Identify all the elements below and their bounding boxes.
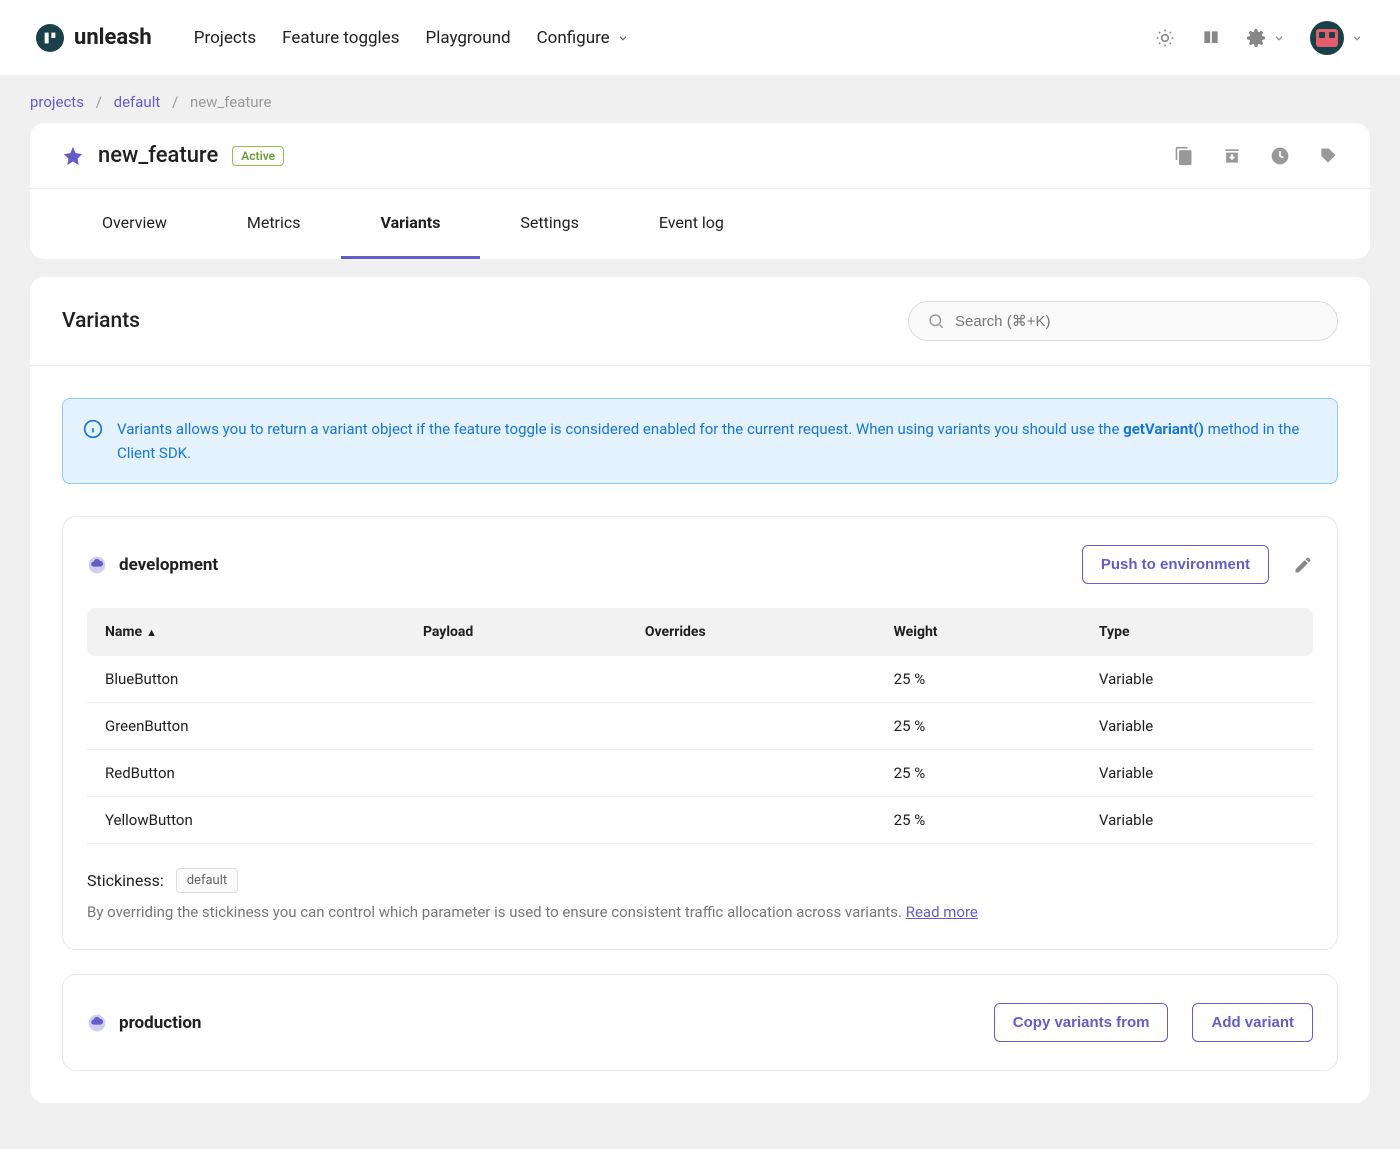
feature-actions: [1174, 146, 1338, 166]
theme-toggle-icon[interactable]: [1154, 27, 1176, 49]
feature-card: new_feature Active Overview Metrics Vari…: [30, 123, 1370, 259]
chevron-down-icon: [1272, 31, 1286, 45]
tab-metrics[interactable]: Metrics: [207, 189, 341, 259]
variants-table: Name▲ Payload Overrides Weight Type Blue…: [87, 608, 1313, 844]
tab-event-log[interactable]: Event log: [619, 189, 764, 259]
nav-configure[interactable]: Configure: [537, 28, 630, 48]
table-row[interactable]: YellowButton25 %Variable: [87, 797, 1313, 844]
cloud-icon: [87, 555, 107, 575]
edit-icon[interactable]: [1293, 555, 1313, 575]
gear-icon: [1246, 28, 1266, 48]
stickiness-label: Stickiness:: [87, 871, 164, 890]
copy-icon[interactable]: [1174, 146, 1194, 166]
copy-variants-from-button[interactable]: Copy variants from: [994, 1003, 1169, 1042]
search-input[interactable]: [955, 313, 1319, 330]
sort-asc-icon: ▲: [146, 626, 157, 639]
chevron-down-icon: [1350, 31, 1364, 45]
stickiness-description: By overriding the stickiness you can con…: [87, 903, 1313, 921]
cloud-icon: [87, 1013, 107, 1033]
search-box[interactable]: [908, 301, 1338, 341]
nav-projects[interactable]: Projects: [194, 28, 256, 48]
env-name: development: [119, 555, 218, 575]
stickiness-read-more-link[interactable]: Read more: [906, 903, 978, 921]
tag-icon[interactable]: [1318, 146, 1338, 166]
status-badge: Active: [232, 146, 284, 166]
header-actions: [1154, 21, 1364, 55]
table-row[interactable]: BlueButton25 %Variable: [87, 656, 1313, 703]
env-header: production Copy variants from Add varian…: [87, 1003, 1313, 1042]
col-weight[interactable]: Weight: [876, 608, 1081, 656]
col-name[interactable]: Name▲: [87, 608, 405, 656]
variants-card: Variants Variants allows you to return a…: [30, 277, 1370, 1103]
chevron-down-icon: [616, 31, 630, 45]
top-bar: unleash Projects Feature toggles Playgro…: [0, 0, 1400, 75]
variants-body: Variants allows you to return a variant …: [30, 366, 1370, 1103]
env-development: development Push to environment Name▲ Pa…: [62, 516, 1338, 950]
main-nav: Projects Feature toggles Playground Conf…: [194, 28, 630, 48]
clock-icon[interactable]: [1270, 146, 1290, 166]
col-type[interactable]: Type: [1081, 608, 1313, 656]
variants-header: Variants: [30, 277, 1370, 366]
breadcrumb-default[interactable]: default: [114, 93, 161, 111]
user-menu[interactable]: [1310, 21, 1364, 55]
avatar: [1310, 21, 1344, 55]
info-text: Variants allows you to return a variant …: [117, 417, 1317, 465]
variants-title: Variants: [62, 309, 140, 333]
add-variant-button[interactable]: Add variant: [1192, 1003, 1313, 1042]
info-icon: [83, 419, 103, 439]
feature-tabs: Overview Metrics Variants Settings Event…: [30, 189, 1370, 259]
breadcrumb-projects[interactable]: projects: [30, 93, 84, 111]
logo[interactable]: unleash: [36, 24, 152, 52]
search-icon: [927, 312, 945, 330]
archive-icon[interactable]: [1222, 146, 1242, 166]
tab-settings[interactable]: Settings: [480, 189, 618, 259]
stickiness-row: Stickiness: default: [87, 868, 1313, 893]
feature-header: new_feature Active: [30, 123, 1370, 189]
tab-overview[interactable]: Overview: [62, 189, 207, 259]
env-header: development Push to environment: [87, 545, 1313, 584]
col-payload[interactable]: Payload: [405, 608, 627, 656]
col-overrides[interactable]: Overrides: [627, 608, 876, 656]
breadcrumb: projects / default / new_feature: [0, 75, 1400, 123]
brand-name: unleash: [74, 25, 152, 50]
env-production: production Copy variants from Add varian…: [62, 974, 1338, 1071]
logo-mark-icon: [36, 24, 64, 52]
tab-variants[interactable]: Variants: [341, 189, 481, 259]
nav-feature-toggles[interactable]: Feature toggles: [282, 28, 399, 48]
nav-playground[interactable]: Playground: [425, 28, 510, 48]
info-banner: Variants allows you to return a variant …: [62, 398, 1338, 484]
table-row[interactable]: GreenButton25 %Variable: [87, 703, 1313, 750]
star-icon[interactable]: [62, 145, 84, 167]
stickiness-value[interactable]: default: [176, 868, 238, 893]
breadcrumb-current: new_feature: [190, 93, 272, 111]
settings-menu[interactable]: [1246, 28, 1286, 48]
feature-title: new_feature: [98, 143, 218, 168]
env-name: production: [119, 1013, 201, 1033]
push-to-environment-button[interactable]: Push to environment: [1082, 545, 1269, 584]
table-row[interactable]: RedButton25 %Variable: [87, 750, 1313, 797]
docs-icon[interactable]: [1200, 27, 1222, 49]
